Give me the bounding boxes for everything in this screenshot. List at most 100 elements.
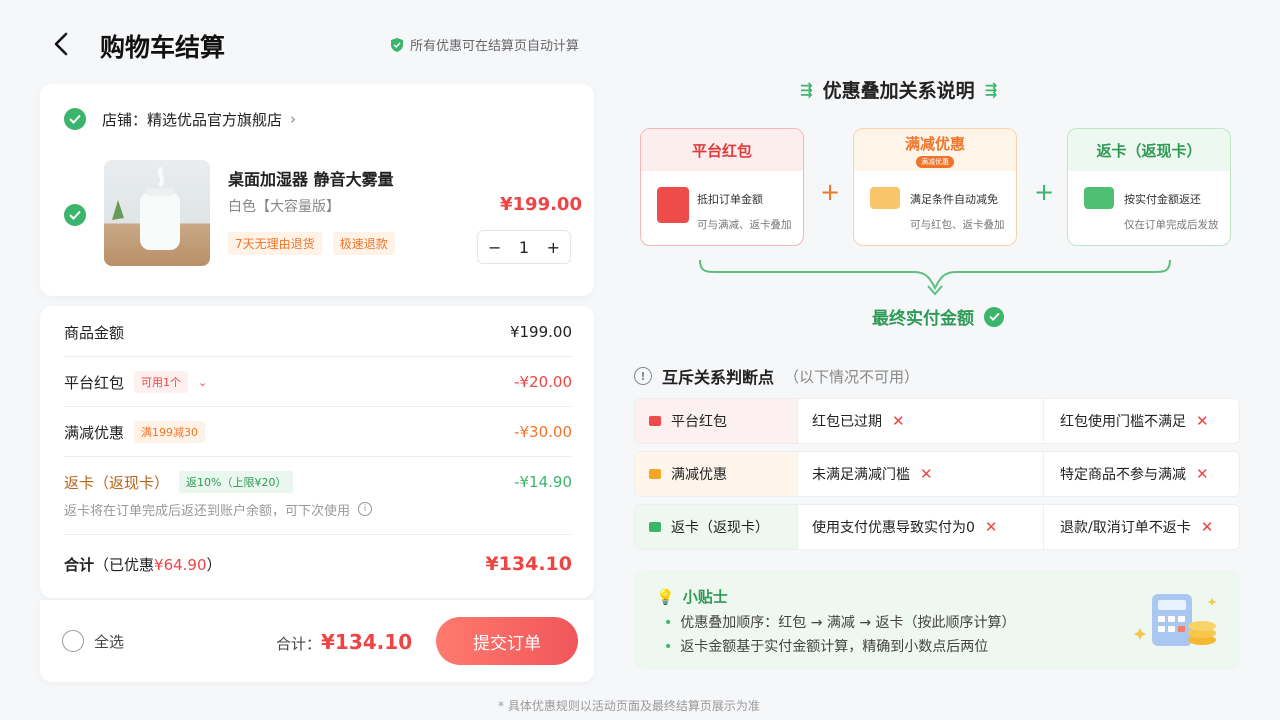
box-fullcut: 满减优惠 满减优惠 满足条件自动减免 可与红包、返卡叠加: [853, 128, 1017, 246]
tips-item: 返卡金额基于实付金额计算，精确到小数点后两位: [664, 636, 988, 656]
box-redpacket-line1: 抵扣订单金额: [697, 193, 763, 206]
title-deco-right-icon: ⇶: [984, 80, 998, 99]
exclusion-text: 使用支付优惠导致实付为0: [812, 520, 975, 536]
goods-value: ¥199.00: [509, 323, 572, 341]
footer-total: 合计：¥134.10: [276, 630, 412, 654]
back-arrow-icon[interactable]: [48, 28, 76, 60]
exclusion-name: 满减优惠: [671, 467, 727, 483]
exclusion-name: 返卡（返现卡）: [671, 520, 769, 536]
chevron-down-icon[interactable]: ⌄: [198, 376, 207, 389]
exclusion-cell: 特定商品不参与满减 ✕: [1043, 452, 1239, 496]
bottom-note: * 具体优惠规则以活动页面及最终结算页展示为准: [498, 699, 760, 713]
box-redpacket-line2: 可与满减、返卡叠加: [697, 219, 792, 231]
exclusion-row: 返卡（返现卡） 使用支付优惠导致实付为0 ✕ 退款/取消订单不返卡 ✕: [634, 504, 1240, 550]
redpacket-row[interactable]: 平台红包 可用1个 ⌄ -¥20.00: [64, 370, 572, 394]
shop-check-icon[interactable]: [64, 108, 86, 130]
box-cashback-title: 返卡（返现卡）: [1068, 129, 1230, 171]
total-value: ¥134.10: [485, 553, 572, 575]
close-icon: ✕: [892, 412, 905, 430]
redpacket-pill[interactable]: 可用1个: [134, 371, 189, 393]
exclusions-title: ! 互斥关系判断点 （以下情况不可用）: [634, 364, 919, 388]
exclusions-title-text: 互斥关系判断点: [662, 368, 775, 387]
cashback-label: 返卡（返现卡）: [64, 473, 170, 492]
cashback-value: -¥14.90: [514, 473, 572, 491]
exclusion-text: 退款/取消订单不返卡: [1060, 520, 1191, 536]
exclusion-text: 红包已过期: [812, 414, 882, 430]
check-icon: [984, 306, 1004, 327]
exclusion-text: 特定商品不参与满减: [1060, 467, 1186, 483]
card-icon: [1084, 187, 1114, 209]
exclusions-subtitle: （以下情况不可用）: [784, 367, 920, 386]
total-discount-prefix: （已优惠: [94, 555, 155, 574]
red-envelope-icon: [657, 187, 689, 223]
redpacket-value: -¥20.00: [514, 373, 572, 391]
submit-order-button[interactable]: 提交订单: [436, 617, 578, 665]
box-fullcut-line2: 可与红包、返卡叠加: [910, 219, 1005, 231]
exclusion-cell: 未满足满减门槛 ✕: [797, 452, 1043, 496]
divider: [64, 534, 572, 535]
card-icon: [649, 522, 661, 532]
footer-total-label: 合计：: [276, 635, 322, 653]
exclusion-name-cell: 满减优惠: [635, 452, 797, 496]
final-amount-text: 最终实付金额: [872, 309, 974, 329]
goods-amount-row: 商品金额 ¥199.00: [64, 320, 572, 344]
close-icon: ✕: [984, 518, 998, 536]
minus-icon[interactable]: −: [488, 238, 501, 257]
total-discount-suffix: ）: [206, 555, 222, 574]
alert-icon: !: [634, 367, 652, 385]
box-cashback: 返卡（返现卡） 按实付金额返还 仅在订单完成后发放: [1067, 128, 1231, 246]
merge-bracket: [699, 259, 1171, 296]
calculator-coins-icon: [1134, 594, 1217, 646]
divider: [64, 356, 572, 357]
plus-icon[interactable]: +: [547, 238, 560, 257]
exclusion-row: 满减优惠 未满足满减门槛 ✕ 特定商品不参与满减 ✕: [634, 451, 1240, 497]
select-all-label: 全选: [94, 632, 125, 651]
product-tags: 7天无理由退货 极速退款: [228, 232, 401, 255]
checkout-bar: 全选 合计：¥134.10 提交订单: [40, 600, 594, 682]
tag-refund: 极速退款: [332, 232, 395, 255]
fullcut-row: 满减优惠 满199减30 -¥30.00: [64, 420, 572, 444]
product-spec: 白色【大容量版】: [228, 199, 340, 215]
tips-item: 优惠叠加顺序：红包 → 满减 → 返卡（按此顺序计算）: [664, 612, 1015, 632]
cashback-note-row: 返卡将在订单完成后返还到账户余额，可下次使用 i: [64, 500, 572, 519]
box-redpacket-title: 平台红包: [641, 129, 803, 171]
exclusion-name-cell: 返卡（返现卡）: [635, 505, 797, 549]
relations-title: ⇶ 优惠叠加关系说明 ⇶: [800, 76, 997, 103]
total-label: 合计: [64, 555, 95, 574]
product-check-icon[interactable]: [64, 204, 86, 226]
divider: [64, 406, 572, 407]
shop-row[interactable]: 店铺：精选优品官方旗舰店 ›: [64, 108, 296, 130]
select-all-radio[interactable]: [62, 630, 84, 652]
goods-label: 商品金额: [64, 323, 125, 342]
plus-icon: +: [1034, 178, 1055, 206]
quantity-value[interactable]: 1: [519, 238, 529, 257]
coupon-icon: [870, 187, 900, 209]
box-fullcut-badge: 满减优惠: [916, 155, 954, 168]
tips-panel: 💡 小贴士 优惠叠加顺序：红包 → 满减 → 返卡（按此顺序计算） 返卡金额基于…: [634, 570, 1240, 670]
product-image: [104, 160, 210, 266]
footer-total-value: ¥134.10: [321, 630, 413, 654]
product-name: 桌面加湿器 静音大雾量: [228, 170, 394, 189]
box-cashback-line1: 按实付金额返还: [1124, 193, 1201, 206]
select-all[interactable]: 全选: [62, 630, 124, 652]
total-discount-value: ¥64.90: [154, 555, 207, 574]
exclusion-row: 平台红包 红包已过期 ✕ 红包使用门槛不满足 ✕: [634, 398, 1240, 444]
quantity-stepper: − 1 +: [477, 230, 571, 264]
exclusion-cell: 红包已过期 ✕: [797, 399, 1043, 443]
tag-return: 7天无理由退货: [228, 232, 322, 255]
product-price: ¥199.00: [500, 194, 582, 215]
redpacket-label: 平台红包: [64, 373, 125, 392]
chevron-right-icon[interactable]: ›: [290, 110, 296, 128]
exclusion-text: 未满足满减门槛: [812, 467, 910, 483]
info-icon[interactable]: i: [358, 502, 373, 516]
tips-title-text: 小贴士: [682, 588, 728, 606]
coupon-icon: [649, 469, 661, 479]
box-fullcut-head: 满减优惠 满减优惠: [854, 129, 1016, 171]
shop-name: 店铺：精选优品官方旗舰店: [102, 110, 283, 129]
notice-text: 所有优惠可在结算页自动计算: [410, 39, 580, 54]
box-cashback-line2: 仅在订单完成后发放: [1124, 219, 1219, 231]
summary-card: 商品金额 ¥199.00 平台红包 可用1个 ⌄ -¥20.00 满减优惠 满1…: [40, 306, 594, 598]
exclusion-cell: 使用支付优惠导致实付为0 ✕: [797, 505, 1043, 549]
divider: [64, 456, 572, 457]
close-icon: ✕: [1196, 412, 1209, 430]
